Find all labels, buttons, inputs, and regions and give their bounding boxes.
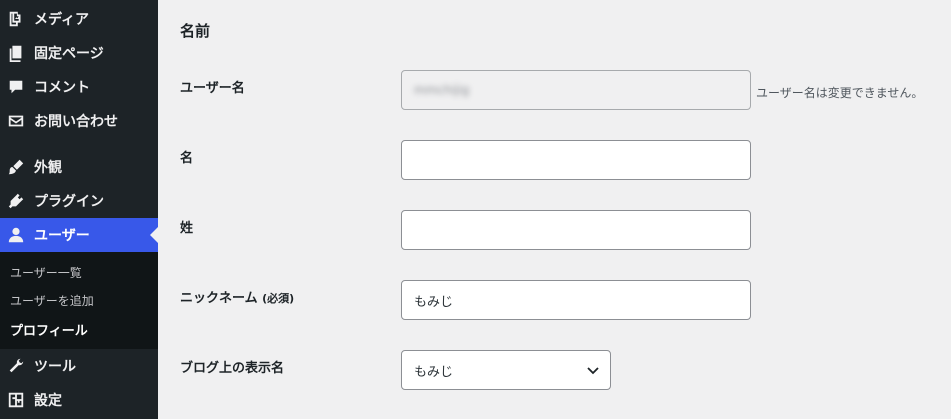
sidebar-item-label: ユーザー xyxy=(34,228,90,244)
users-submenu: ユーザー一覧 ユーザーを追加 プロフィール xyxy=(0,252,158,349)
submenu-item-profile[interactable]: プロフィール xyxy=(10,320,88,339)
display-name-selected: もみじ xyxy=(414,364,454,380)
username-field: mmchijig xyxy=(401,70,751,110)
sidebar-item-label: メディア xyxy=(34,12,90,28)
media-icon xyxy=(6,9,26,29)
section-title: 名前 xyxy=(180,22,211,40)
current-indicator-arrow xyxy=(150,227,158,243)
nickname-label-text: ニックネーム xyxy=(180,291,258,306)
submenu-item-user-list[interactable]: ユーザー一覧 xyxy=(10,264,82,281)
sidebar-item-media[interactable]: メディア xyxy=(0,2,158,36)
username-value: mmchijig xyxy=(414,83,470,97)
sidebar-item-label: 設定 xyxy=(34,393,62,409)
comment-icon xyxy=(6,77,26,97)
sidebar-item-contact[interactable]: お問い合わせ xyxy=(0,104,158,138)
nickname-label: ニックネーム (必須) xyxy=(180,287,294,306)
last-name-input[interactable] xyxy=(401,210,751,250)
sidebar-item-label: コメント xyxy=(34,80,90,96)
settings-icon xyxy=(6,390,26,410)
sidebar-item-pages[interactable]: 固定ページ xyxy=(0,36,158,70)
first-name-label: 名 xyxy=(180,151,194,166)
sidebar-item-settings[interactable]: 設定 xyxy=(0,383,158,417)
last-name-label: 姓 xyxy=(180,221,194,236)
user-icon xyxy=(6,225,26,245)
required-note: (必須) xyxy=(262,292,295,305)
username-label: ユーザー名 xyxy=(180,81,245,96)
sidebar-item-plugins[interactable]: プラグイン xyxy=(0,184,158,218)
sidebar-item-label: お問い合わせ xyxy=(34,114,118,130)
nickname-input[interactable] xyxy=(401,280,751,320)
pages-icon xyxy=(6,43,26,63)
mail-icon xyxy=(6,111,26,131)
plugin-icon xyxy=(6,191,26,211)
admin-sidebar: メディア 固定ページ コメント お問い合わせ 外観 プラグイン ユーザー ユーザ… xyxy=(0,0,158,419)
display-name-label: ブログ上の表示名 xyxy=(180,361,285,376)
sidebar-item-label: 外観 xyxy=(34,160,62,176)
chevron-down-icon xyxy=(587,367,599,375)
appearance-brush-icon xyxy=(6,157,26,177)
sidebar-item-comments[interactable]: コメント xyxy=(0,70,158,104)
wrench-icon xyxy=(6,356,26,376)
username-description: ユーザー名は変更できません。 xyxy=(756,86,924,100)
display-name-select[interactable]: もみじ xyxy=(401,350,611,390)
sidebar-item-label: 固定ページ xyxy=(34,46,104,62)
sidebar-item-appearance[interactable]: 外観 xyxy=(0,150,158,184)
sidebar-item-users[interactable]: ユーザー xyxy=(0,218,158,252)
submenu-item-add-user[interactable]: ユーザーを追加 xyxy=(10,292,94,309)
profile-main: 名前 ユーザー名 mmchijig ユーザー名は変更できません。 名 姓 ニック… xyxy=(158,0,951,419)
sidebar-item-label: ツール xyxy=(34,359,76,375)
first-name-input[interactable] xyxy=(401,140,751,180)
sidebar-item-tools[interactable]: ツール xyxy=(0,349,158,383)
sidebar-item-label: プラグイン xyxy=(34,194,104,210)
